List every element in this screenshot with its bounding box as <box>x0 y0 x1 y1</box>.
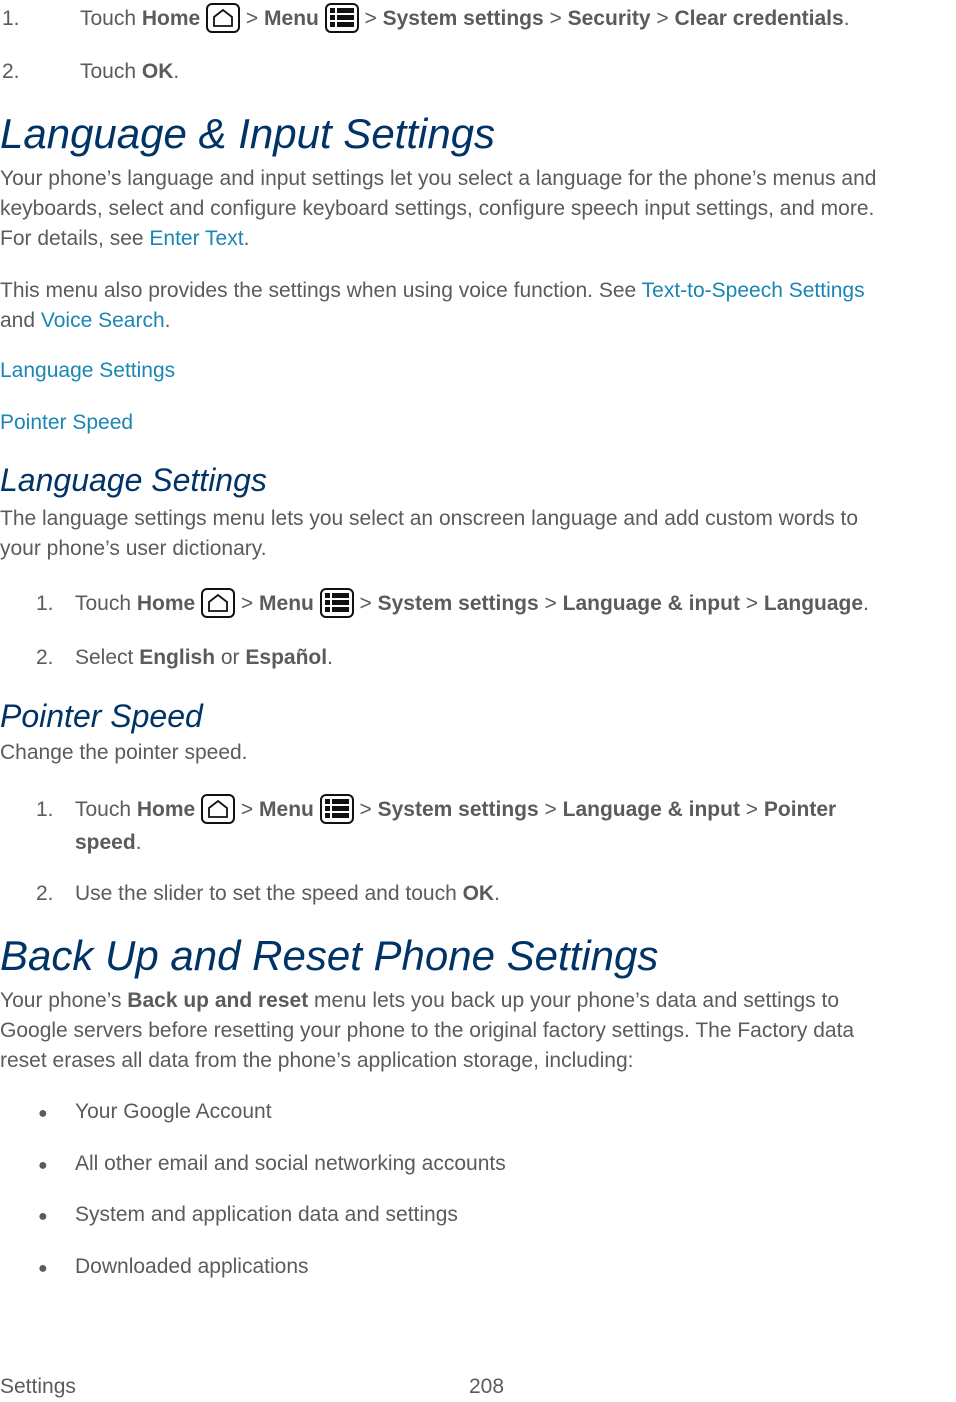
menu-icon <box>319 794 354 824</box>
home-icon <box>201 588 236 618</box>
home-icon <box>201 794 236 824</box>
heading-language-settings: Language Settings <box>0 462 267 498</box>
bullet-icon: ● <box>38 1260 48 1277</box>
bullet-item: ● System and application data and setting… <box>36 1200 458 1232</box>
backup-line-1: Your phone’s Back up and reset menu lets… <box>0 989 839 1012</box>
bullet-icon: ● <box>38 1105 48 1122</box>
step-pointer-1: 1. Touch Home > Menu > System settings > … <box>0 794 836 825</box>
step-number: 2. <box>36 646 54 669</box>
step-language-1: 1. Touch Home > Menu > System settings > … <box>0 588 869 619</box>
pointer-para: Change the pointer speed. <box>0 741 248 764</box>
intro-line-3: For details, see Enter Text. <box>0 227 250 250</box>
language-para-line-2: your phone’s user dictionary. <box>0 537 267 560</box>
step-language-2: 2. Select English or Español. <box>0 643 333 673</box>
heading-back-up-reset: Back Up and Reset Phone Settings <box>0 932 659 979</box>
bullet-item: ● Your Google Account <box>36 1097 272 1129</box>
intro-line-1: Your phone’s language and input settings… <box>0 167 877 190</box>
bullet-item: ● Downloaded applications <box>36 1252 309 1284</box>
bullet-icon: ● <box>38 1208 48 1225</box>
step-pointer-2: 2. Use the slider to set the speed and to… <box>0 879 500 909</box>
language-para-line-1: The language settings menu lets you sele… <box>0 507 859 530</box>
link-language-settings[interactable]: Language Settings <box>0 356 175 386</box>
step-number: 1. <box>2 7 20 30</box>
step-number: 1. <box>36 798 54 821</box>
link-pointer-speed[interactable]: Pointer Speed <box>0 408 133 438</box>
backup-line-2: Google servers before resetting your pho… <box>0 1019 855 1042</box>
intro-line-2: keyboards, select and configure keyboard… <box>0 197 875 220</box>
menu-icon <box>319 588 354 618</box>
menu-icon <box>324 3 359 33</box>
step-pointer-1-cont: speed. <box>75 831 142 854</box>
heading-pointer-speed: Pointer Speed <box>0 698 203 734</box>
footer-section: Settings <box>0 1375 76 1398</box>
backup-line-3: reset erases all data from the phone’s a… <box>0 1049 634 1072</box>
link-voice-search[interactable]: Voice Search <box>41 309 165 332</box>
heading-language-input-settings: Language & Input Settings <box>0 110 496 157</box>
bullet-item: ● All other email and social networking a… <box>36 1149 506 1181</box>
home-icon <box>206 3 241 33</box>
voice-para-line-1: This menu also provides the settings whe… <box>0 279 865 302</box>
link-text-to-speech-settings[interactable]: Text-to-Speech Settings <box>642 279 865 302</box>
footer-page-number: 208 <box>469 1375 505 1398</box>
link-enter-text[interactable]: Enter Text <box>149 227 243 250</box>
step-number: 2. <box>36 882 54 905</box>
voice-para-line-2: and Voice Search. <box>0 309 171 332</box>
step-clear-credentials-1: 1. Touch Home > Menu > System settings > … <box>0 3 850 34</box>
step-clear-credentials-2: 2. Touch OK. <box>0 57 179 87</box>
bullet-icon: ● <box>38 1157 48 1174</box>
step-number: 2. <box>2 60 20 83</box>
step-number: 1. <box>36 592 54 615</box>
